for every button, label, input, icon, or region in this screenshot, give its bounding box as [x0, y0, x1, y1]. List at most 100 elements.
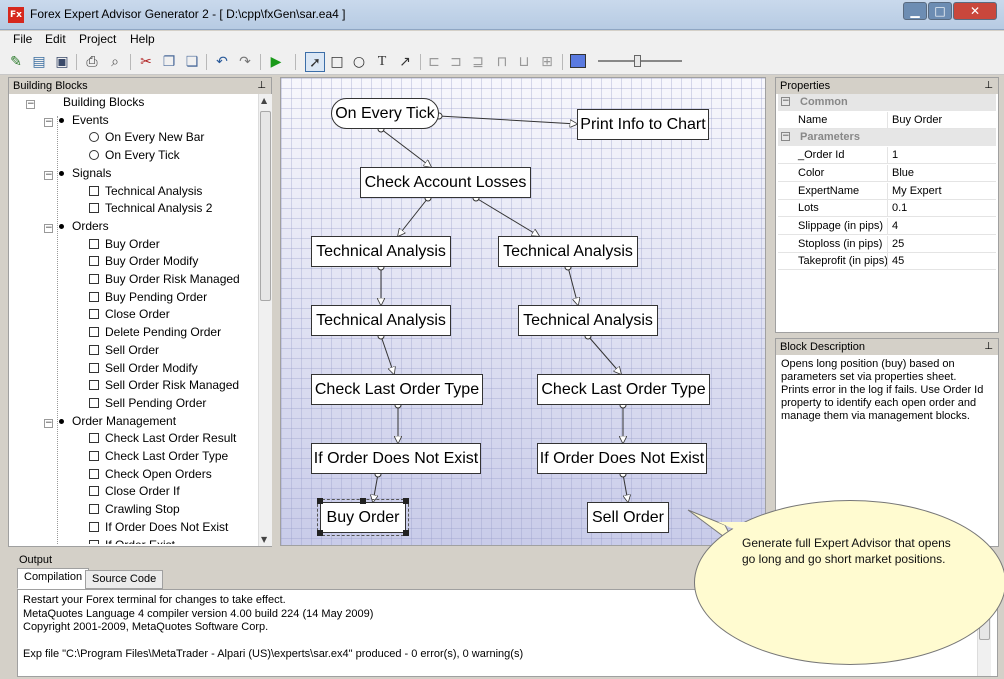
block-technical-analysis[interactable]: Technical Analysis	[311, 305, 451, 336]
menu-help[interactable]: Help	[130, 32, 155, 46]
tree-item[interactable]: Buy Order	[89, 236, 160, 253]
diagram-canvas[interactable]: On Every Tick Print Info to Chart Check …	[280, 77, 766, 546]
pin-icon[interactable]: ⊥	[984, 78, 993, 94]
tree-item[interactable]: If Order Does Not Exist	[89, 519, 228, 536]
tree-item[interactable]: Close Order If	[89, 483, 180, 500]
selection-handle[interactable]	[317, 530, 323, 536]
block-if-order-does-not-exist[interactable]: If Order Does Not Exist	[537, 443, 707, 474]
block-buy-order[interactable]: Buy Order	[317, 499, 409, 536]
tree-item[interactable]: On Every New Bar	[89, 129, 204, 146]
property-row[interactable]: Stoploss (in pips) 25	[778, 235, 996, 253]
tree-item[interactable]: Sell Order	[89, 342, 159, 359]
connector-arrow[interactable]	[380, 128, 431, 167]
collapse-icon[interactable]: −	[44, 418, 53, 428]
block-check-account-losses[interactable]: Check Account Losses	[360, 167, 531, 198]
property-row[interactable]: _Order Id 1	[778, 147, 996, 165]
tree-scrollbar-thumb[interactable]	[260, 111, 271, 301]
collapse-icon[interactable]: −	[781, 132, 790, 142]
pin-icon[interactable]: ⊥	[984, 339, 993, 355]
paste-icon[interactable]: ❏	[182, 52, 202, 72]
new-icon[interactable]: ✎	[6, 52, 26, 72]
tree-item[interactable]: Buy Pending Order	[89, 289, 207, 306]
tree-item[interactable]: On Every Tick	[89, 147, 180, 164]
preview-icon[interactable]: ⌕	[105, 52, 125, 72]
property-value[interactable]: My Expert	[892, 183, 942, 200]
tree-root[interactable]: − Building Blocks	[26, 94, 144, 111]
align-top-icon[interactable]: ⊓	[492, 52, 512, 72]
scroll-up-icon[interactable]: ▲	[261, 96, 267, 105]
selection-handle[interactable]	[403, 530, 409, 536]
connector-arrow[interactable]	[622, 473, 628, 502]
copy-icon[interactable]: ❐	[159, 52, 179, 72]
property-row[interactable]: ExpertName My Expert	[778, 182, 996, 200]
tree-item[interactable]: Sell Order Risk Managed	[89, 377, 239, 394]
property-row[interactable]: Name Buy Order	[778, 111, 996, 129]
align-center-icon[interactable]: ⊐	[446, 52, 466, 72]
property-category[interactable]: − Common	[778, 94, 996, 111]
open-icon[interactable]: ▤	[29, 52, 49, 72]
print-icon[interactable]: ⎙	[82, 52, 102, 72]
tree-item[interactable]: Close Order	[89, 306, 170, 323]
menu-project[interactable]: Project	[79, 32, 116, 46]
undo-icon[interactable]: ↶	[212, 52, 232, 72]
tree-item[interactable]: Check Last Order Result	[89, 430, 236, 447]
property-value[interactable]: Buy Order	[892, 112, 942, 129]
save-icon[interactable]: ▣	[52, 52, 72, 72]
connector-arrow[interactable]	[380, 335, 394, 374]
scroll-down-icon[interactable]: ▼	[261, 535, 267, 544]
block-technical-analysis[interactable]: Technical Analysis	[518, 305, 658, 336]
tree-item[interactable]: Sell Order Modify	[89, 360, 198, 377]
selection-handle[interactable]	[403, 498, 409, 504]
tree-group[interactable]: − Orders	[44, 218, 109, 235]
minimize-button[interactable]: ▁	[903, 2, 927, 20]
property-row[interactable]: Takeprofit (in pips) 45	[778, 253, 996, 271]
connector-arrow[interactable]	[567, 266, 578, 305]
run-icon[interactable]: ▶	[266, 52, 286, 72]
redo-icon[interactable]: ↷	[235, 52, 255, 72]
align-middle-icon[interactable]: ⊔	[514, 52, 534, 72]
tree-group[interactable]: − Signals	[44, 165, 111, 182]
menu-edit[interactable]: Edit	[45, 32, 66, 46]
block-technical-analysis[interactable]: Technical Analysis	[311, 236, 451, 267]
block-if-order-does-not-exist[interactable]: If Order Does Not Exist	[311, 443, 481, 474]
tree-item[interactable]: Delete Pending Order	[89, 324, 221, 341]
tree-item[interactable]: Buy Order Modify	[89, 253, 198, 270]
tree-scrollbar[interactable]: ▲ ▼	[258, 94, 272, 546]
menu-file[interactable]: File	[13, 32, 32, 46]
block-print-info[interactable]: Print Info to Chart	[577, 109, 709, 140]
maximize-button[interactable]: □	[928, 2, 952, 20]
property-value[interactable]: Blue	[892, 165, 914, 182]
tree-item[interactable]: Technical Analysis	[89, 183, 202, 200]
property-value[interactable]: 4	[892, 218, 898, 235]
tree-group[interactable]: − Events	[44, 112, 109, 129]
collapse-icon[interactable]: −	[26, 100, 35, 109]
selection-handle[interactable]	[317, 498, 323, 504]
connector-arrow[interactable]	[587, 335, 621, 374]
collapse-icon[interactable]: −	[44, 170, 53, 180]
tree-item[interactable]: Check Last Order Type	[89, 448, 228, 465]
property-value[interactable]: 25	[892, 236, 904, 253]
property-row[interactable]: Slippage (in pips) 4	[778, 217, 996, 235]
property-value[interactable]: 0.1	[892, 200, 907, 217]
connector-arrow[interactable]	[398, 197, 429, 236]
pin-icon[interactable]: ⊥	[257, 78, 266, 94]
collapse-icon[interactable]: −	[781, 97, 790, 106]
tree-item[interactable]: Check Open Orders	[89, 466, 212, 483]
property-row[interactable]: Lots 0.1	[778, 200, 996, 218]
collapse-icon[interactable]: −	[44, 223, 53, 233]
connector-icon[interactable]: ↗	[395, 52, 415, 72]
collapse-icon[interactable]: −	[44, 117, 53, 127]
tree-item[interactable]: Technical Analysis 2	[89, 200, 212, 217]
zoom-slider-thumb[interactable]	[634, 55, 641, 67]
cut-icon[interactable]: ✂	[136, 52, 156, 72]
property-category[interactable]: − Parameters	[778, 129, 996, 147]
color-icon[interactable]	[568, 52, 588, 72]
property-value[interactable]: 45	[892, 253, 904, 270]
close-button[interactable]: ✕	[953, 2, 997, 20]
align-left-icon[interactable]: ⊏	[424, 52, 444, 72]
property-value[interactable]: 1	[892, 147, 898, 164]
align-bottom-icon[interactable]: ⊞	[537, 52, 557, 72]
pointer-icon[interactable]: ➚	[305, 52, 325, 72]
align-right-icon[interactable]: ⊒	[468, 52, 488, 72]
property-row[interactable]: Color Blue	[778, 164, 996, 182]
